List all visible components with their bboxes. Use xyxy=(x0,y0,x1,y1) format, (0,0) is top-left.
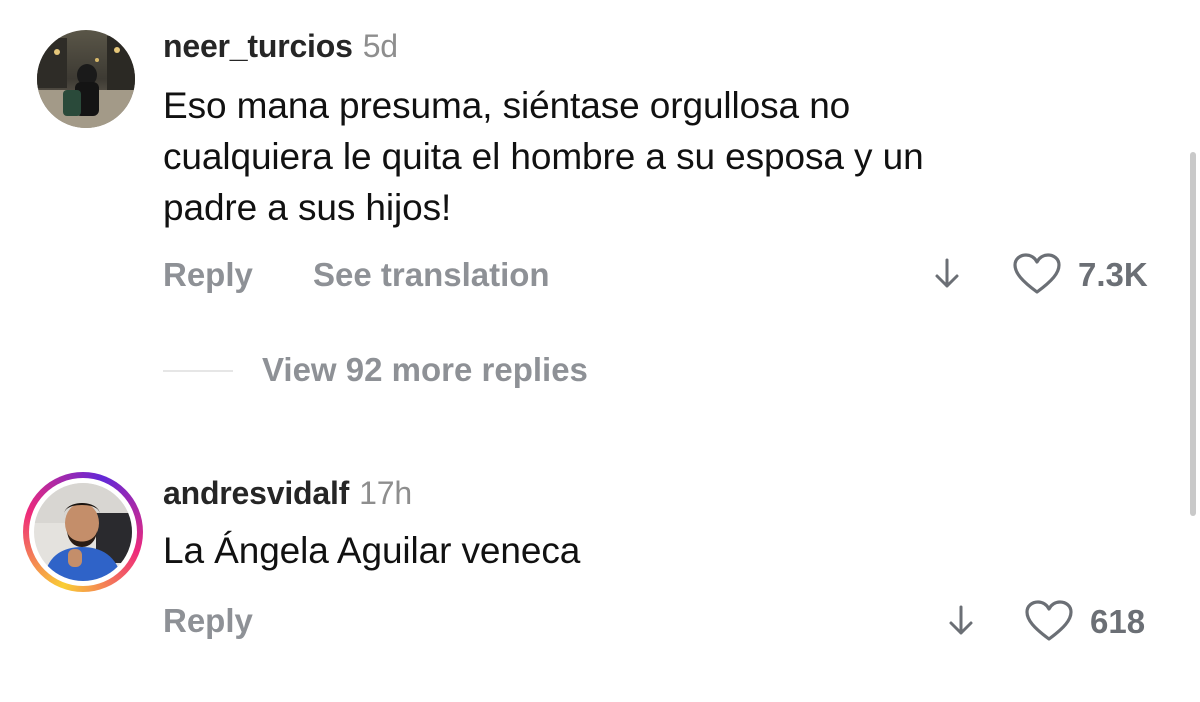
comment-text: La Ángela Aguilar veneca xyxy=(163,525,580,576)
scrollbar[interactable] xyxy=(1190,152,1196,516)
arrow-down-icon[interactable] xyxy=(932,256,962,292)
view-more-replies-button[interactable]: View 92 more replies xyxy=(262,351,588,389)
comments-screen: neer_turcios 5d Eso mana presuma, siéntas… xyxy=(0,0,1200,702)
comment-text: Eso mana presuma, siéntase orgullosa no … xyxy=(163,80,924,233)
heart-icon[interactable] xyxy=(1012,252,1062,296)
heart-icon[interactable] xyxy=(1024,599,1074,643)
comment-username[interactable]: andresvidalf 17h xyxy=(163,475,412,512)
comment-line: padre a sus hijos! xyxy=(163,187,452,228)
see-translation-button[interactable]: See translation xyxy=(313,256,550,294)
avatar[interactable] xyxy=(37,30,135,128)
replies-divider xyxy=(163,370,233,372)
comment-line: Eso mana presuma, siéntase orgullosa no xyxy=(163,85,851,126)
story-ring-inner xyxy=(29,478,137,586)
like-count: 618 xyxy=(1090,603,1146,640)
comment-line: La Ángela Aguilar veneca xyxy=(163,530,581,571)
comment-line: cualquiera le quita el hombre a su espos… xyxy=(163,136,924,177)
avatar-story-ring[interactable] xyxy=(23,472,143,592)
reply-button[interactable]: Reply xyxy=(163,602,253,640)
arrow-down-icon[interactable] xyxy=(946,603,976,639)
avatar-photo-icon xyxy=(37,30,135,128)
like-count: 7.3K xyxy=(1078,256,1148,293)
comment-timestamp: 5d xyxy=(362,28,398,64)
avatar-photo-icon xyxy=(34,483,132,581)
reply-button[interactable]: Reply xyxy=(163,256,253,294)
username-text[interactable]: andresvidalf xyxy=(163,475,349,511)
comment-timestamp: 17h xyxy=(359,475,412,511)
comment-username[interactable]: neer_turcios 5d xyxy=(163,28,398,65)
username-text[interactable]: neer_turcios xyxy=(163,28,353,64)
